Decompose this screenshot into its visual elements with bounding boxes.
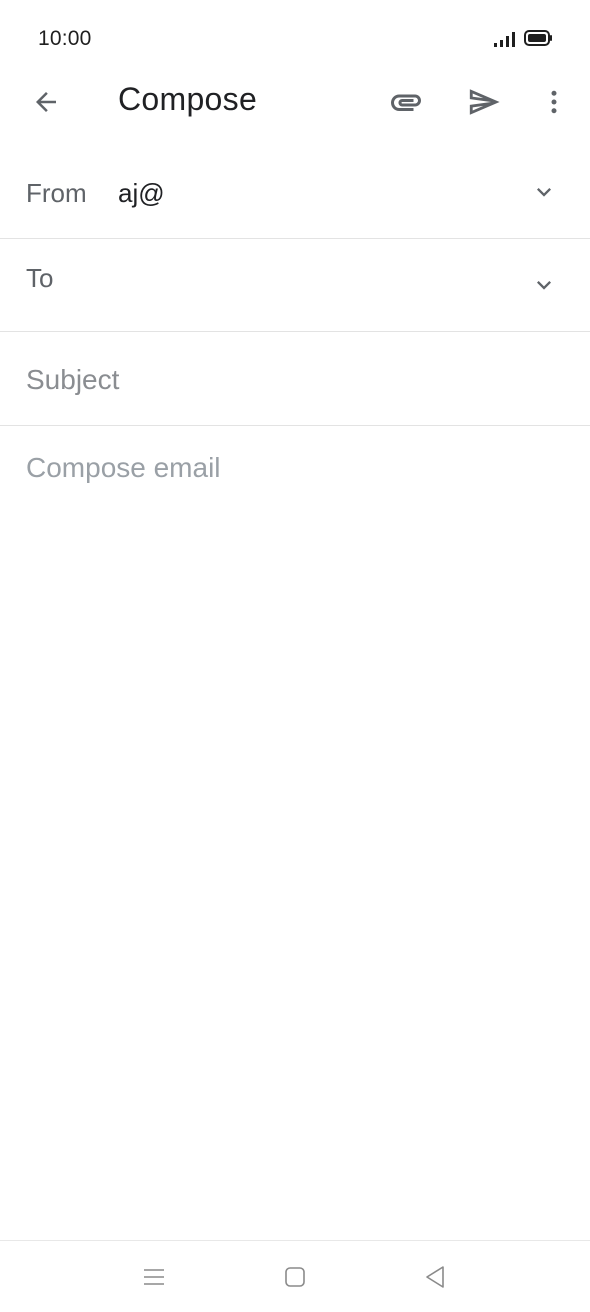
compose-body-input[interactable]: Compose email xyxy=(26,452,221,484)
status-bar: 10:00 xyxy=(0,0,590,70)
battery-icon xyxy=(524,30,552,46)
home-square-icon xyxy=(285,1267,305,1287)
send-icon xyxy=(469,89,500,115)
system-nav-bar xyxy=(0,1240,590,1312)
attach-button[interactable] xyxy=(384,80,428,124)
subject-field-row[interactable]: Subject xyxy=(0,332,590,426)
to-expand-button[interactable] xyxy=(530,271,558,299)
more-vert-icon xyxy=(551,90,557,114)
back-triangle-icon xyxy=(426,1266,444,1288)
chevron-down-icon xyxy=(537,281,551,290)
from-value[interactable]: aj@ xyxy=(118,178,165,209)
back-arrow-icon xyxy=(36,92,56,112)
subject-input[interactable]: Subject xyxy=(26,364,119,396)
from-dropdown-button[interactable] xyxy=(530,178,558,206)
to-field-row[interactable]: To xyxy=(0,239,590,332)
compose-screen: 10:00 Compose From aj@ To Subject Compos… xyxy=(0,0,590,1312)
chevron-down-icon xyxy=(537,188,551,197)
app-bar: Compose xyxy=(0,70,590,132)
send-button[interactable] xyxy=(462,80,506,124)
signal-icon xyxy=(494,32,515,47)
from-field-row[interactable]: From aj@ xyxy=(0,147,590,239)
back-button[interactable] xyxy=(24,80,68,124)
menu-icon xyxy=(144,1269,164,1285)
nav-home-button[interactable] xyxy=(281,1263,309,1291)
to-label: To xyxy=(26,263,54,293)
from-label: From xyxy=(26,178,87,208)
paperclip-icon xyxy=(391,94,421,111)
nav-back-button[interactable] xyxy=(421,1263,449,1291)
nav-menu-button[interactable] xyxy=(140,1263,168,1291)
page-title: Compose xyxy=(118,81,258,117)
status-time: 10:00 xyxy=(38,27,92,50)
more-options-button[interactable] xyxy=(532,80,576,124)
